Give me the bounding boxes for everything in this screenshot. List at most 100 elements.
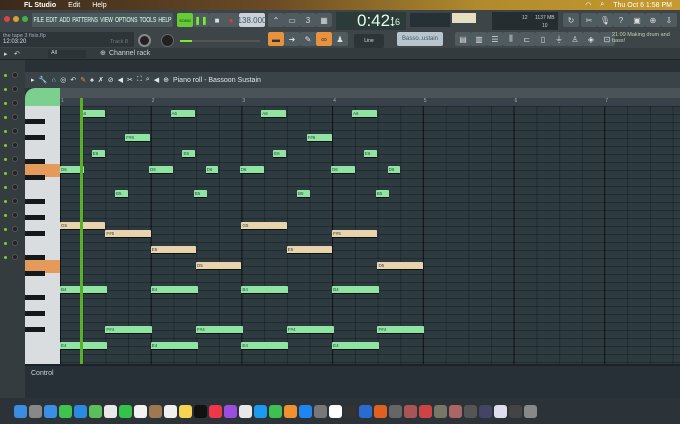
play-arrow-icon[interactable]: ▸: [4, 50, 8, 58]
note[interactable]: B5: [193, 190, 207, 198]
dock-app-icon[interactable]: [329, 404, 342, 418]
dock-app-icon[interactable]: [389, 404, 402, 418]
playhead[interactable]: [80, 98, 83, 400]
menu-file[interactable]: FILE: [33, 17, 43, 24]
note[interactable]: E4: [60, 342, 108, 350]
note[interactable]: A6: [170, 110, 196, 118]
master-slider[interactable]: [180, 40, 260, 42]
slice-icon[interactable]: ✂: [127, 76, 133, 84]
paint-icon[interactable]: ♠: [90, 77, 94, 84]
dock-app-icon[interactable]: [449, 404, 462, 418]
note[interactable]: E4: [150, 342, 198, 350]
dock-app-icon[interactable]: [374, 404, 387, 418]
black-key[interactable]: [25, 119, 45, 124]
note[interactable]: E6: [363, 150, 377, 158]
browser-icon[interactable]: ⊏: [519, 32, 535, 46]
dock-app-icon[interactable]: [419, 404, 432, 418]
note[interactable]: F#5: [332, 230, 378, 238]
note[interactable]: D6: [330, 166, 356, 174]
channel-mute-led[interactable]: [4, 144, 7, 147]
undo-icon[interactable]: ↶: [14, 50, 20, 58]
note[interactable]: G5: [241, 222, 287, 230]
dock-app-icon[interactable]: [284, 404, 297, 418]
render-icon[interactable]: ⊕: [645, 13, 661, 27]
magnet-icon[interactable]: ∩: [51, 77, 56, 84]
dock-app-icon[interactable]: [494, 404, 507, 418]
draw-icon[interactable]: ✎: [300, 32, 316, 46]
note[interactable]: A6: [79, 110, 105, 118]
note[interactable]: A6: [351, 110, 377, 118]
note[interactable]: D6: [205, 166, 218, 174]
dock-app-icon[interactable]: [134, 404, 147, 418]
slip-icon[interactable]: ◀: [118, 76, 123, 84]
mixer-icon[interactable]: ⫼: [503, 32, 519, 46]
channel-pan-knob[interactable]: [12, 198, 18, 204]
menu-help[interactable]: HELP: [158, 17, 171, 24]
select-icon[interactable]: ⛶: [137, 76, 142, 84]
dock-app-icon[interactable]: [359, 404, 372, 418]
microphone-icon[interactable]: 🎙: [597, 13, 613, 27]
note[interactable]: E6: [91, 150, 105, 158]
black-key[interactable]: [25, 231, 45, 236]
search-icon[interactable]: ⌕: [600, 1, 604, 9]
clock[interactable]: Thu Oct 6 1:58 PM: [613, 2, 672, 9]
note[interactable]: B4: [60, 286, 108, 294]
channel-mute-led[interactable]: [4, 74, 7, 77]
minimize-window-button[interactable]: [13, 16, 19, 22]
black-key[interactable]: [25, 175, 45, 180]
dock-app-icon[interactable]: [464, 404, 477, 418]
tempo-field[interactable]: 138.000: [238, 13, 266, 27]
channel-mute-led[interactable]: [4, 88, 7, 91]
dock-app-icon[interactable]: [164, 404, 177, 418]
pattern-overview-scrollbar[interactable]: [60, 88, 680, 98]
save-icon[interactable]: ▣: [629, 13, 645, 27]
black-key[interactable]: [25, 215, 45, 220]
channel-mute-led[interactable]: [4, 228, 7, 231]
dock-app-icon[interactable]: [254, 404, 267, 418]
metronome-icon[interactable]: ⌃: [268, 13, 284, 27]
dock-app-icon[interactable]: [269, 404, 282, 418]
note-grid[interactable]: A6 A6 A6 A6 F#6 F#6 E6 E6 E6 E6 D6 D6 D6 D6 D6 D6 B5 B5 B5…: [60, 106, 680, 364]
note[interactable]: D6: [387, 166, 400, 174]
instrument-select[interactable]: Basso..ustain: [397, 32, 443, 46]
piano-keyboard[interactable]: [25, 106, 60, 364]
menu-add[interactable]: ADD: [59, 17, 70, 24]
record-mode-icon[interactable]: ◎: [60, 76, 66, 84]
dock-app-icon[interactable]: [29, 404, 42, 418]
link-icon[interactable]: ∞: [316, 32, 332, 46]
dock-app-icon[interactable]: [14, 404, 27, 418]
dock-app-icon[interactable]: [59, 404, 72, 418]
dock-app-icon[interactable]: [479, 404, 492, 418]
undo-icon[interactable]: ↶: [70, 76, 76, 84]
note[interactable]: B4: [332, 286, 380, 294]
note[interactable]: E6: [182, 150, 196, 158]
note[interactable]: F#4: [196, 326, 244, 334]
channel-mute-led[interactable]: [4, 116, 7, 119]
dock-app-icon[interactable]: [434, 404, 447, 418]
channel-pan-knob[interactable]: [12, 86, 18, 92]
black-key[interactable]: [25, 135, 45, 140]
black-key[interactable]: [25, 199, 45, 204]
zoom-icon[interactable]: ⌕: [146, 76, 150, 84]
channel-pan-knob[interactable]: [12, 156, 18, 162]
dock-app-icon[interactable]: [119, 404, 132, 418]
event-editor[interactable]: Control: [25, 364, 680, 400]
channel-pan-knob[interactable]: [12, 128, 18, 134]
menu-edit[interactable]: EDIT: [46, 17, 57, 24]
maximize-window-button[interactable]: [22, 16, 28, 22]
channel-pan-knob[interactable]: [12, 100, 18, 106]
channel-pan-knob[interactable]: [12, 142, 18, 148]
black-key[interactable]: [25, 311, 45, 316]
channel-pan-knob[interactable]: [12, 254, 18, 260]
piano-roll-icon[interactable]: ▥: [471, 32, 487, 46]
note[interactable]: E6: [273, 150, 287, 158]
note[interactable]: A6: [261, 110, 287, 118]
channel-pan-knob[interactable]: [12, 184, 18, 190]
note[interactable]: F#4: [286, 326, 334, 334]
pencil-icon[interactable]: ✎: [80, 76, 86, 84]
channel-mute-led[interactable]: [4, 172, 7, 175]
channel-mute-led[interactable]: [4, 200, 7, 203]
menu-help[interactable]: Help: [92, 2, 106, 9]
note[interactable]: D6: [148, 166, 174, 174]
dock-app-icon[interactable]: [209, 404, 222, 418]
